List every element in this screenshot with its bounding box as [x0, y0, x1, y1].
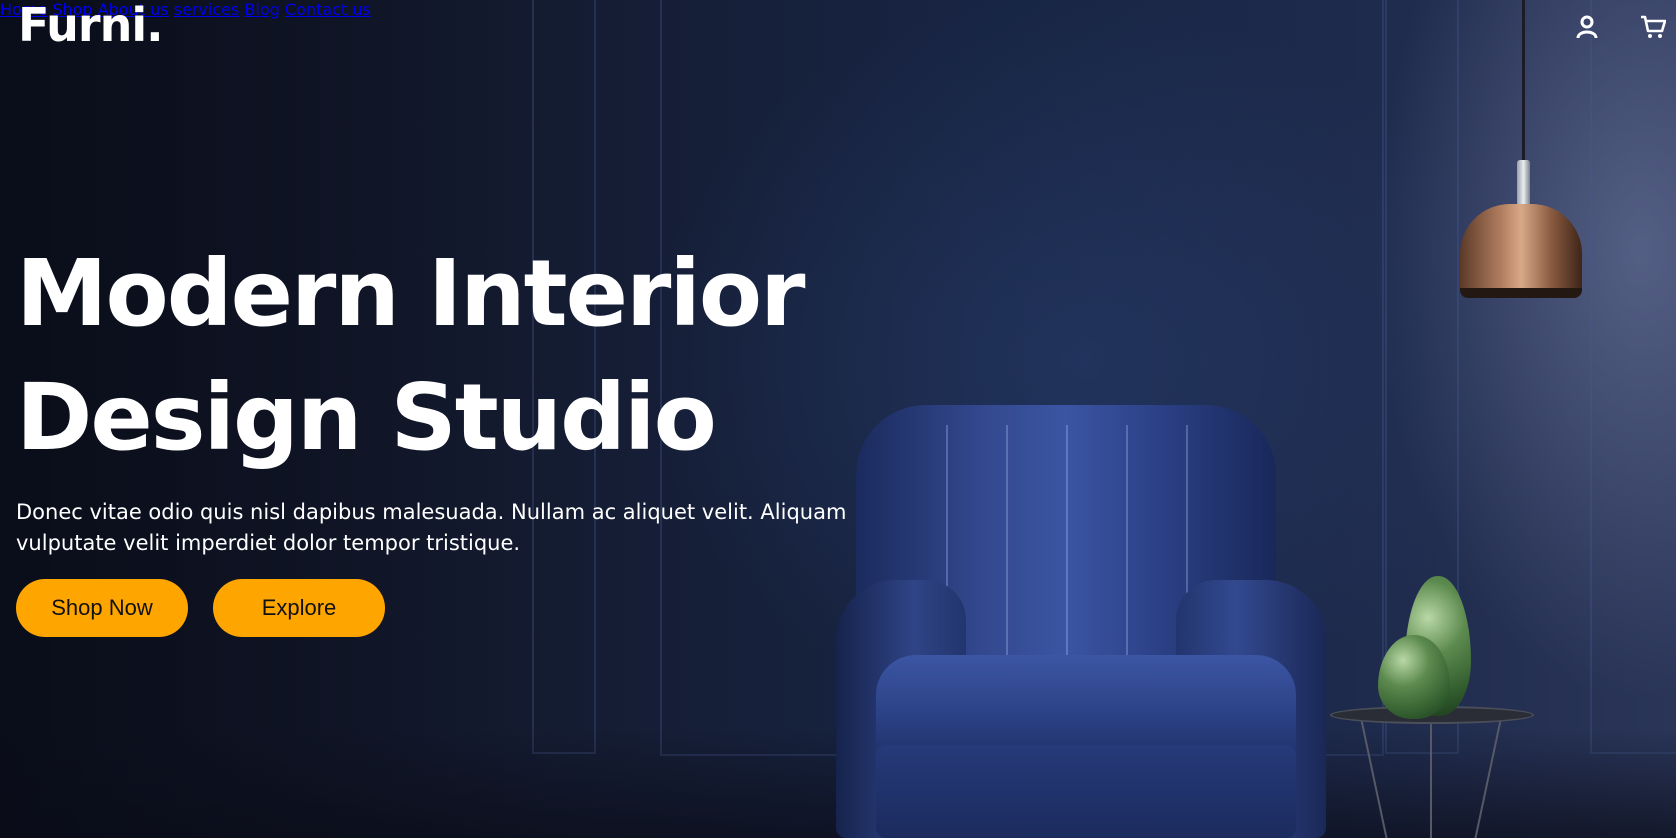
pendant-lamp-neck: [1517, 160, 1530, 208]
pendant-lamp-rim: [1460, 288, 1582, 298]
hero-title: Modern Interior Design Studio: [16, 232, 805, 480]
armchair: [836, 405, 1326, 838]
shop-now-button[interactable]: Shop Now: [16, 579, 188, 637]
nav-link-blog[interactable]: Blog: [244, 0, 279, 19]
side-table-leg: [1430, 718, 1432, 838]
pendant-lamp-shade: [1460, 204, 1582, 294]
site-header: Furni. Home Shop About us services Blog …: [0, 0, 1676, 60]
hero-title-line-2: Design Studio: [16, 364, 717, 471]
nav-link-contact[interactable]: Contact us: [285, 0, 371, 19]
hero-title-line-1: Modern Interior: [16, 240, 805, 347]
main-nav: Home Shop About us services Blog Contact…: [0, 0, 1676, 19]
explore-button[interactable]: Explore: [213, 579, 385, 637]
hero-description: Donec vitae odio quis nisl dapibus males…: [16, 500, 847, 555]
user-icon[interactable]: [1572, 12, 1602, 42]
wall-panel: [1590, 0, 1676, 754]
cart-icon[interactable]: [1638, 12, 1668, 42]
brand-logo[interactable]: Furni.: [18, 0, 164, 52]
nav-link-services[interactable]: services: [174, 0, 240, 19]
armchair-front: [876, 745, 1296, 838]
